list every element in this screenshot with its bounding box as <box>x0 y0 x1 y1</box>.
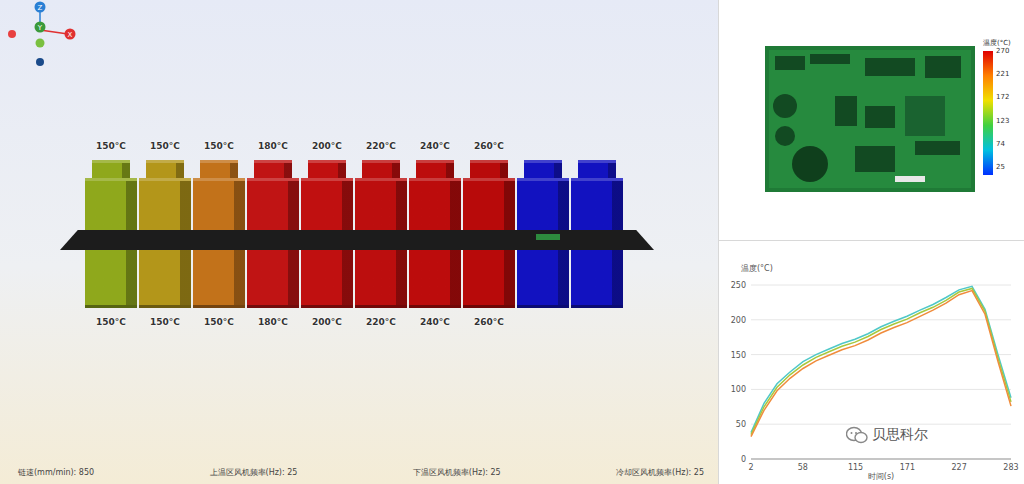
zone-temp-label: 200°C <box>312 316 342 328</box>
color-scale-tick: 74 <box>996 140 1009 148</box>
zone-temp-label: 240°C <box>420 140 450 152</box>
oven: 150°C 150°C 150°C 180°C 200°C 220°C 240°… <box>84 140 629 328</box>
reflow-simulator: Z Y X 150°C 150°C 150°C 180°C 200°C 220°C … <box>0 0 1024 484</box>
zone-temp-label: 260°C <box>474 140 504 152</box>
top-heating-zone[interactable]: 180°C <box>246 140 300 230</box>
temperature-chart: 温度(°C) 0 50 100 150 200 250 2 58 115 171 227 283 时间(s… <box>719 241 1024 484</box>
top-cooling-zone[interactable] <box>516 140 570 230</box>
zone-temp-label: 220°C <box>366 316 396 328</box>
svg-text:Z: Z <box>38 4 43 12</box>
color-scale-bar <box>983 51 993 175</box>
zone-temp-label: 180°C <box>258 316 288 328</box>
chart-x-label: 时间(s) <box>868 472 894 481</box>
zone-temp-label: 150°C <box>204 316 234 328</box>
x-tick: 171 <box>900 463 915 472</box>
zone-temp-label: 240°C <box>420 316 450 328</box>
y-tick: 200 <box>731 316 746 325</box>
y-tick: 250 <box>731 281 746 290</box>
bottom-heating-zone[interactable]: 260°C <box>462 250 516 328</box>
bottom-heating-zone[interactable]: 150°C <box>192 250 246 328</box>
chart-y-label: 温度(°C) <box>741 264 773 273</box>
y-tick: 50 <box>736 420 746 429</box>
zone-temp-label: 200°C <box>312 140 342 152</box>
y-tick: 100 <box>731 385 746 394</box>
svg-text:X: X <box>68 31 73 39</box>
bottom-heating-zone[interactable]: 220°C <box>354 250 408 328</box>
watermark: 贝思科尔 <box>843 425 931 445</box>
top-heating-zone[interactable]: 240°C <box>408 140 462 230</box>
color-scale-tick: 25 <box>996 163 1009 171</box>
bottom-heating-zone[interactable]: 240°C <box>408 250 462 328</box>
conveyor-belt <box>60 230 654 250</box>
axis-gizmo-icon[interactable]: Z Y X <box>2 0 82 72</box>
top-heating-zone[interactable]: 200°C <box>300 140 354 230</box>
temperature-line[interactable] <box>751 291 1011 437</box>
zone-temp-label: 150°C <box>96 316 126 328</box>
pcb-marker <box>536 234 560 240</box>
x-tick: 58 <box>798 463 808 472</box>
zone-temp-label: 220°C <box>366 140 396 152</box>
top-heating-zone[interactable]: 150°C <box>84 140 138 230</box>
zone-temp-label: 150°C <box>150 140 180 152</box>
temperature-line[interactable] <box>751 289 1011 435</box>
x-tick: 227 <box>952 463 967 472</box>
zone-temp-label: 150°C <box>204 140 234 152</box>
wechat-icon <box>846 426 868 444</box>
y-tick: 0 <box>741 455 746 464</box>
bottom-heating-zone[interactable]: 200°C <box>300 250 354 328</box>
zone-temp-label: 260°C <box>474 316 504 328</box>
status-bar: 链速(mm/min): 850 上温区风机频率(Hz): 25 下温区风机频率(Hz… <box>0 467 718 484</box>
zone-temp-label: 150°C <box>150 316 180 328</box>
top-cooling-zone[interactable] <box>570 140 624 230</box>
status-item: 冷却区风机频率(Hz): 25 <box>616 467 704 478</box>
temperature-line[interactable] <box>751 286 1011 432</box>
color-scale-tick: 270 <box>996 47 1009 55</box>
color-scale-tick: 123 <box>996 117 1009 125</box>
status-item: 链速(mm/min): 850 <box>18 467 94 478</box>
bottom-heating-zone[interactable]: 150°C <box>84 250 138 328</box>
top-heating-zone[interactable]: 150°C <box>192 140 246 230</box>
x-tick: 2 <box>748 463 753 472</box>
top-heating-zone[interactable]: 150°C <box>138 140 192 230</box>
bottom-heating-zone[interactable]: 180°C <box>246 250 300 328</box>
pcb-image[interactable] <box>765 46 975 192</box>
y-tick: 150 <box>731 351 746 360</box>
bottom-cooling-zone[interactable] <box>570 250 624 328</box>
top-heating-zone[interactable]: 260°C <box>462 140 516 230</box>
color-scale-title: 温度(°C) <box>983 38 1011 48</box>
oven-view[interactable]: Z Y X 150°C 150°C 150°C 180°C 200°C 220°C … <box>0 0 718 484</box>
color-scale-tick: 172 <box>996 93 1009 101</box>
x-tick: 115 <box>848 463 863 472</box>
zone-temp-label: 180°C <box>258 140 288 152</box>
color-scale: 温度(°C) 270 221 172 123 74 25 <box>983 38 1011 175</box>
bottom-cooling-zone[interactable] <box>516 250 570 328</box>
status-item: 上温区风机频率(Hz): 25 <box>210 467 298 478</box>
color-scale-tick: 221 <box>996 70 1009 78</box>
zone-temp-label: 150°C <box>96 140 126 152</box>
top-heating-zone[interactable]: 220°C <box>354 140 408 230</box>
x-tick: 283 <box>1003 463 1018 472</box>
bottom-heating-zone[interactable]: 150°C <box>138 250 192 328</box>
status-item: 下温区风机频率(Hz): 25 <box>413 467 501 478</box>
pcb-panel: 温度(°C) 270 221 172 123 74 25 <box>719 0 1024 241</box>
svg-text:Y: Y <box>37 24 43 32</box>
